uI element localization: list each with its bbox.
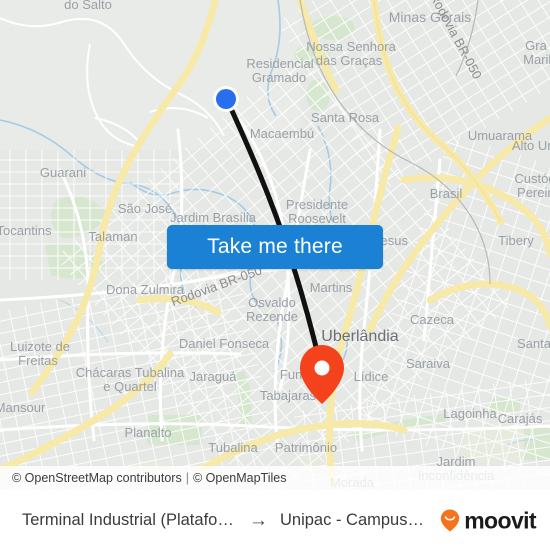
map-label: Lídice xyxy=(354,369,389,384)
map-label: Tocantins xyxy=(0,223,52,238)
map-label: Marilí xyxy=(523,52,550,67)
origin-label: Terminal Industrial (Platafor… xyxy=(22,511,237,529)
map-label: Brasil xyxy=(430,186,463,201)
map-label: Mansour xyxy=(0,400,46,415)
map-label: Talaman xyxy=(88,229,137,244)
map-label: Minas Gerais xyxy=(389,9,471,25)
map-label: Freitas xyxy=(18,353,58,368)
map-label: Tubalina xyxy=(208,440,258,455)
moovit-logo[interactable]: moovit xyxy=(439,507,537,534)
map-label: Planalto xyxy=(125,425,172,440)
map-label: Saraiva xyxy=(406,356,451,371)
map-label: Santa xyxy=(517,336,550,351)
moovit-wordmark: moovit xyxy=(464,507,536,533)
origin-marker xyxy=(213,86,239,112)
map-label: São José xyxy=(118,201,172,216)
map-label: Daniel Fonseca xyxy=(179,336,270,351)
map-label: Tibery xyxy=(498,233,534,248)
map-label: Patrimônio xyxy=(275,440,337,455)
map-label: Tabajaras xyxy=(260,388,317,403)
take-me-there-button[interactable]: Take me there xyxy=(167,225,383,269)
map-label: Custód xyxy=(514,171,550,186)
attribution-osm[interactable]: © OpenStreetMap contributors xyxy=(12,471,182,485)
map-attribution: © OpenStreetMap contributors | © OpenMap… xyxy=(0,466,550,490)
map-label: Presidente xyxy=(286,197,348,212)
map-label: das Graças xyxy=(316,53,383,68)
moovit-pin-icon xyxy=(441,509,460,532)
map-label: Osvaldo xyxy=(248,295,296,310)
attribution-separator: | xyxy=(185,471,189,485)
map-label: Jardim Brasília xyxy=(170,210,257,225)
route-map-screen: do Salto Minas Gerais Residencial Gramado No… xyxy=(0,0,550,550)
map-label: Cazeca xyxy=(410,312,455,327)
map-label: Pereira xyxy=(517,185,550,200)
map-label: Residencial xyxy=(246,56,313,71)
map-label: Gramado xyxy=(252,70,306,85)
map-label: Jaraguá xyxy=(190,369,238,384)
map-label: e Quartel xyxy=(103,379,157,394)
map-label: Santa Rosa xyxy=(311,110,380,125)
attribution-tiles[interactable]: © OpenMapTiles xyxy=(193,471,287,485)
map-label: Luizote de xyxy=(10,339,70,354)
map-label: Guarani xyxy=(40,165,86,180)
destination-label: Unipac - Campus … xyxy=(280,511,425,529)
map-label: Nossa Senhora xyxy=(306,39,396,54)
map-label: Roosevelt xyxy=(288,211,346,226)
map-label: Carajás xyxy=(498,411,543,426)
arrow-icon: → xyxy=(249,510,268,531)
map-label: Rezende xyxy=(246,309,298,324)
route-summary-bar: Terminal Industrial (Platafor… → Unipac … xyxy=(0,490,550,550)
map-label: do Salto xyxy=(64,0,112,12)
map-label: Macaembú xyxy=(250,126,314,141)
map-label: Gra xyxy=(525,38,547,53)
map-label: Uberlândia xyxy=(321,328,398,345)
map-label: Alto Um xyxy=(512,138,550,153)
map-label: Chácaras Tubalina xyxy=(76,365,185,380)
map-label: Martins xyxy=(310,280,353,295)
map-label: Lagoinha xyxy=(443,406,497,421)
